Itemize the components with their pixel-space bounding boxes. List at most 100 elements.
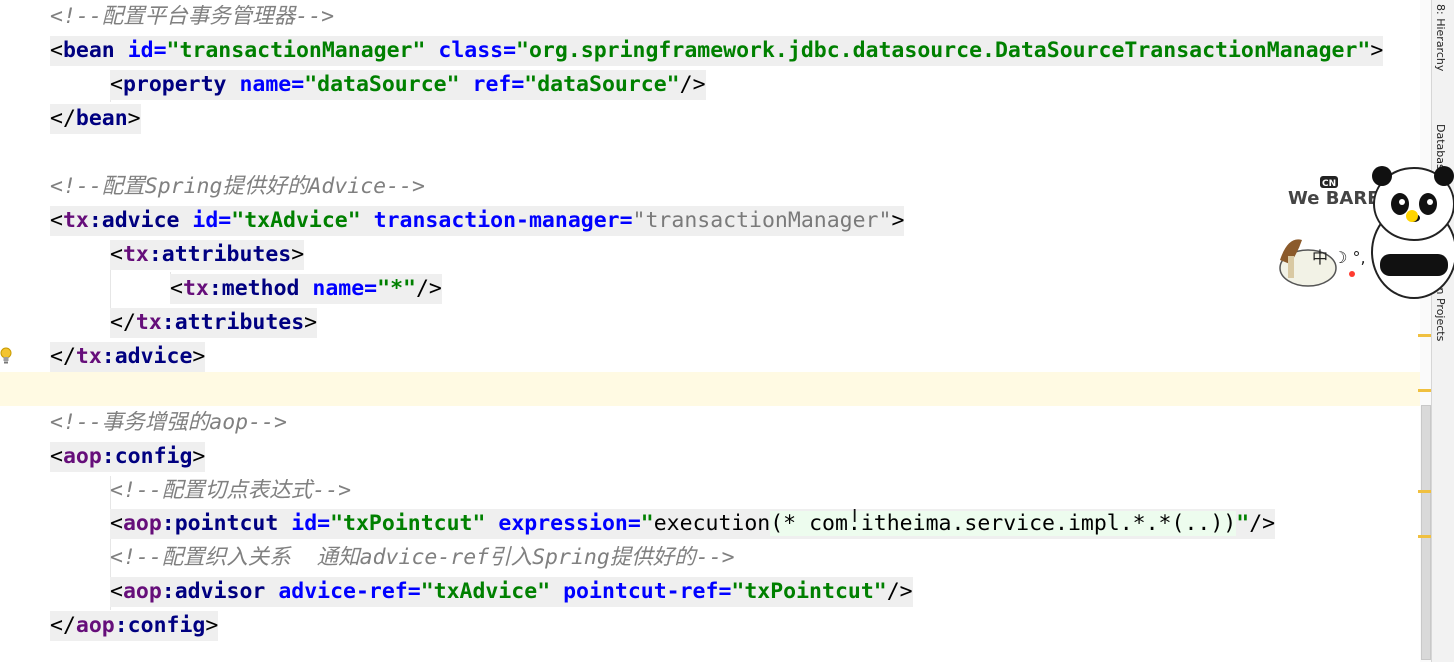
token: "org.springframework.jdbc.datasource.Dat… <box>516 38 1371 63</box>
lightbulb-icon[interactable] <box>0 347 12 365</box>
token: :advice <box>101 344 193 369</box>
token: aop <box>122 511 162 536</box>
token: "txAdvice" <box>420 579 551 604</box>
token: tx <box>75 344 102 369</box>
token: (* com.itheima.service.impl.*.*(..)) <box>770 511 1237 536</box>
token: </ <box>50 344 76 369</box>
line-content: <!--配置切点表达式--> <box>110 476 351 506</box>
token: :config <box>101 444 193 469</box>
line-content: <property name="dataSource" ref="dataSou… <box>110 70 706 100</box>
warning-stripe-mark[interactable] <box>1418 535 1432 538</box>
token: expression= <box>498 511 641 536</box>
line-content: <tx:attributes> <box>110 240 305 270</box>
token: :config <box>114 613 206 638</box>
token: aop <box>75 613 115 638</box>
line-content: </tx:attributes> <box>110 308 318 338</box>
token: :pointcut <box>161 511 279 536</box>
token: <!--配置切点表达式--> <box>110 478 352 503</box>
token: aop <box>122 579 162 604</box>
token: /> <box>1249 511 1276 536</box>
token: < <box>50 208 63 233</box>
token: < <box>50 38 63 63</box>
token: /> <box>679 72 706 97</box>
vertical-scrollbar-thumb[interactable] <box>1421 405 1431 660</box>
token: <!--配置Spring提供好的Advice--> <box>50 174 425 199</box>
token: > <box>127 106 141 131</box>
token: :advice <box>88 208 180 233</box>
code-editor[interactable]: <!--配置平台事务管理器--> <bean id="transactionMa… <box>0 0 1432 662</box>
current-line-highlight[interactable] <box>0 372 1432 406</box>
token: < <box>110 242 123 267</box>
token: name= <box>239 72 305 97</box>
token: > <box>192 444 206 469</box>
line-content: <bean id="transactionManager" class="org… <box>50 36 1384 66</box>
token: /> <box>886 579 913 604</box>
token: id= <box>291 511 331 536</box>
mouse-text-cursor-icon: I <box>852 506 858 527</box>
token: /> <box>415 276 442 301</box>
token: "dataSource" <box>524 72 680 97</box>
token: < <box>110 72 123 97</box>
token: < <box>170 276 183 301</box>
token: > <box>891 208 905 233</box>
line-content: <!--配置平台事务管理器--> <box>50 2 334 32</box>
token: advice-ref= <box>278 579 421 604</box>
token: bean <box>62 38 115 63</box>
sticker-badge-text: CN <box>1322 179 1336 189</box>
token: execution <box>653 511 771 536</box>
token: pointcut-ref= <box>563 579 732 604</box>
token: > <box>291 242 305 267</box>
token: :attributes <box>161 310 305 335</box>
token: < <box>110 579 123 604</box>
line-content: <tx:method name="*"/> <box>170 274 442 304</box>
token: "txAdvice" <box>231 208 361 233</box>
token: name= <box>312 276 378 301</box>
token: class= <box>438 38 517 63</box>
token: > <box>1370 38 1384 63</box>
hierarchy-tab[interactable]: 8: Hierarchy <box>1434 4 1447 71</box>
line-content: </aop:config> <box>50 611 219 641</box>
token: "dataSource" <box>304 72 460 97</box>
token: "txPointcut" <box>330 511 486 536</box>
token: id= <box>127 38 167 63</box>
token: <!--配置平台事务管理器--> <box>50 4 335 29</box>
token: tx <box>182 276 209 301</box>
token: :method <box>208 276 300 301</box>
token: <!--配置织入关系 通知advice-ref引入Spring提供好的--> <box>110 545 735 570</box>
token: > <box>304 310 318 335</box>
token: </ <box>50 106 76 131</box>
token: " <box>1236 511 1250 536</box>
token: tx <box>62 208 89 233</box>
token: > <box>205 613 219 638</box>
token: <!--事务增强的aop--> <box>50 410 287 435</box>
token: tx <box>122 242 149 267</box>
token: id= <box>192 208 232 233</box>
line-content: <tx:advice id="txAdvice" transaction-man… <box>50 206 905 236</box>
warning-stripe-mark[interactable] <box>1418 490 1432 493</box>
line-content: </tx:advice> <box>50 342 206 372</box>
token: " <box>640 511 654 536</box>
warning-stripe-mark[interactable] <box>1418 389 1432 392</box>
line-content: </bean> <box>50 104 141 134</box>
token: </ <box>110 310 136 335</box>
line-content: <aop:pointcut id="txPointcut" expression… <box>110 509 1276 539</box>
token: "transactionManager" <box>166 38 426 63</box>
line-content: <!--配置Spring提供好的Advice--> <box>50 172 425 202</box>
token: "*" <box>377 276 416 301</box>
panda-sticker-ime-indicator: 中 ☽ °, ↑ We BARE BEARS CN <box>1279 166 1454 299</box>
token: bean <box>75 106 128 131</box>
warning-stripe-mark[interactable] <box>1418 334 1432 337</box>
token: > <box>192 344 206 369</box>
token: :attributes <box>148 242 292 267</box>
token: :advisor <box>161 579 266 604</box>
line-content: <!--事务增强的aop--> <box>50 408 287 438</box>
